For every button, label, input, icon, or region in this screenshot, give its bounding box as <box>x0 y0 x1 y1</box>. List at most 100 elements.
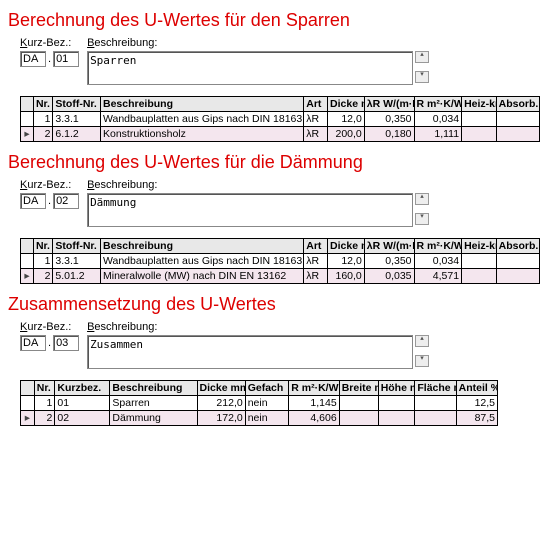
cell-lambda[interactable]: 0,035 <box>364 269 414 284</box>
cell-r[interactable]: 0,034 <box>414 254 462 269</box>
cell-flaeche[interactable] <box>415 396 456 411</box>
col-dicke[interactable]: Dicke mm <box>328 239 365 254</box>
cell-breite[interactable] <box>339 396 378 411</box>
kurz-prefix-input[interactable] <box>20 51 46 67</box>
cell-absorb[interactable] <box>496 127 539 142</box>
cell-beschreibung[interactable]: Dämmung <box>110 411 197 426</box>
spin-down-icon[interactable]: ▾ <box>415 213 429 225</box>
col-hoehe[interactable]: Höhe m <box>378 381 415 396</box>
cell-hoehe[interactable] <box>378 396 415 411</box>
cell-nr[interactable]: 2 <box>34 411 55 426</box>
table-row[interactable]: ▸26.1.2KonstruktionsholzλR200,00,1801,11… <box>21 127 540 142</box>
cell-beschreibung[interactable]: Wandbauplatten aus Gips nach DIN 18163, … <box>100 112 303 127</box>
cell-heizkreis[interactable] <box>462 269 497 284</box>
table-row[interactable]: 13.3.1Wandbauplatten aus Gips nach DIN 1… <box>21 254 540 269</box>
col-r[interactable]: R m²·K/W <box>414 97 462 112</box>
col-absorb[interactable]: Absorb. Schicht <box>496 239 539 254</box>
cell-dicke[interactable]: 12,0 <box>328 254 365 269</box>
cell-gefach[interactable]: nein <box>245 396 289 411</box>
col-stoffnr[interactable]: Stoff-Nr. <box>53 97 101 112</box>
col-absorb[interactable]: Absorb. Schicht <box>496 97 539 112</box>
cell-stoffnr[interactable]: 3.3.1 <box>53 112 101 127</box>
spin-up-icon[interactable]: ▴ <box>415 51 429 63</box>
col-beschreibung[interactable]: Beschreibung <box>110 381 197 396</box>
table-row[interactable]: ▸202Dämmung172,0nein4,60687,5 <box>21 411 498 426</box>
cell-beschreibung[interactable]: Konstruktionsholz <box>100 127 303 142</box>
cell-stoffnr[interactable]: 6.1.2 <box>53 127 101 142</box>
col-heizkreis[interactable]: Heiz-kreis <box>462 239 497 254</box>
cell-kurzbez[interactable]: 02 <box>55 411 110 426</box>
cell-dicke[interactable]: 200,0 <box>328 127 365 142</box>
col-lambda[interactable]: λR W/(m·K) <box>364 97 414 112</box>
cell-art[interactable]: λR <box>304 127 328 142</box>
cell-beschreibung[interactable]: Wandbauplatten aus Gips nach DIN 18163, … <box>100 254 303 269</box>
beschreibung-textarea[interactable]: Dämmung <box>87 193 413 227</box>
cell-anteil[interactable]: 87,5 <box>456 411 497 426</box>
cell-stoffnr[interactable]: 3.3.1 <box>53 254 101 269</box>
kurz-num-input[interactable] <box>53 193 79 209</box>
cell-art[interactable]: λR <box>304 254 328 269</box>
cell-heizkreis[interactable] <box>462 127 497 142</box>
table-row[interactable]: ▸25.01.2Mineralwolle (MW) nach DIN EN 13… <box>21 269 540 284</box>
cell-gefach[interactable]: nein <box>245 411 289 426</box>
cell-dicke[interactable]: 212,0 <box>197 396 245 411</box>
cell-dicke[interactable]: 160,0 <box>328 269 365 284</box>
cell-dicke[interactable]: 12,0 <box>328 112 365 127</box>
cell-art[interactable]: λR <box>304 112 328 127</box>
col-art[interactable]: Art <box>304 97 328 112</box>
col-r[interactable]: R m²·K/W <box>414 239 462 254</box>
table-row[interactable]: 101Sparren212,0nein1,14512,5 <box>21 396 498 411</box>
cell-r[interactable]: 4,606 <box>289 411 339 426</box>
cell-kurzbez[interactable]: 01 <box>55 396 110 411</box>
cell-beschreibung[interactable]: Sparren <box>110 396 197 411</box>
beschreibung-textarea[interactable]: Zusammen <box>87 335 413 369</box>
col-stoffnr[interactable]: Stoff-Nr. <box>53 239 101 254</box>
col-beschreibung[interactable]: Beschreibung <box>100 97 303 112</box>
spin-up-icon[interactable]: ▴ <box>415 193 429 205</box>
cell-absorb[interactable] <box>496 112 539 127</box>
cell-stoffnr[interactable]: 5.01.2 <box>53 269 101 284</box>
cell-lambda[interactable]: 0,180 <box>364 127 414 142</box>
col-flaeche[interactable]: Fläche m² <box>415 381 456 396</box>
kurz-prefix-input[interactable] <box>20 335 46 351</box>
cell-nr[interactable]: 1 <box>34 396 55 411</box>
cell-r[interactable]: 4,571 <box>414 269 462 284</box>
col-kurzbez[interactable]: Kurzbez. <box>55 381 110 396</box>
col-nr[interactable]: Nr. <box>33 97 52 112</box>
cell-anteil[interactable]: 12,5 <box>456 396 497 411</box>
col-nr[interactable]: Nr. <box>34 381 55 396</box>
cell-dicke[interactable]: 172,0 <box>197 411 245 426</box>
cell-heizkreis[interactable] <box>462 112 497 127</box>
cell-nr[interactable]: 2 <box>33 269 52 284</box>
cell-nr[interactable]: 1 <box>33 254 52 269</box>
col-r[interactable]: R m²·K/W <box>289 381 339 396</box>
col-dicke[interactable]: Dicke mm <box>197 381 245 396</box>
col-lambda[interactable]: λR W/(m·K) <box>364 239 414 254</box>
cell-lambda[interactable]: 0,350 <box>364 112 414 127</box>
table-row[interactable]: 13.3.1Wandbauplatten aus Gips nach DIN 1… <box>21 112 540 127</box>
kurz-num-input[interactable] <box>53 51 79 67</box>
col-art[interactable]: Art <box>304 239 328 254</box>
col-heizkreis[interactable]: Heiz-kreis <box>462 97 497 112</box>
cell-r[interactable]: 1,111 <box>414 127 462 142</box>
col-beschreibung[interactable]: Beschreibung <box>100 239 303 254</box>
cell-nr[interactable]: 1 <box>33 112 52 127</box>
spin-down-icon[interactable]: ▾ <box>415 355 429 367</box>
cell-art[interactable]: λR <box>304 269 328 284</box>
cell-flaeche[interactable] <box>415 411 456 426</box>
cell-hoehe[interactable] <box>378 411 415 426</box>
cell-absorb[interactable] <box>496 254 539 269</box>
cell-heizkreis[interactable] <box>462 254 497 269</box>
kurz-num-input[interactable] <box>53 335 79 351</box>
cell-breite[interactable] <box>339 411 378 426</box>
cell-r[interactable]: 0,034 <box>414 112 462 127</box>
col-anteil[interactable]: Anteil % <box>456 381 497 396</box>
kurz-prefix-input[interactable] <box>20 193 46 209</box>
beschreibung-textarea[interactable]: Sparren <box>87 51 413 85</box>
cell-nr[interactable]: 2 <box>33 127 52 142</box>
spin-up-icon[interactable]: ▴ <box>415 335 429 347</box>
cell-beschreibung[interactable]: Mineralwolle (MW) nach DIN EN 13162 <box>100 269 303 284</box>
spin-down-icon[interactable]: ▾ <box>415 71 429 83</box>
col-dicke[interactable]: Dicke mm <box>328 97 365 112</box>
cell-absorb[interactable] <box>496 269 539 284</box>
